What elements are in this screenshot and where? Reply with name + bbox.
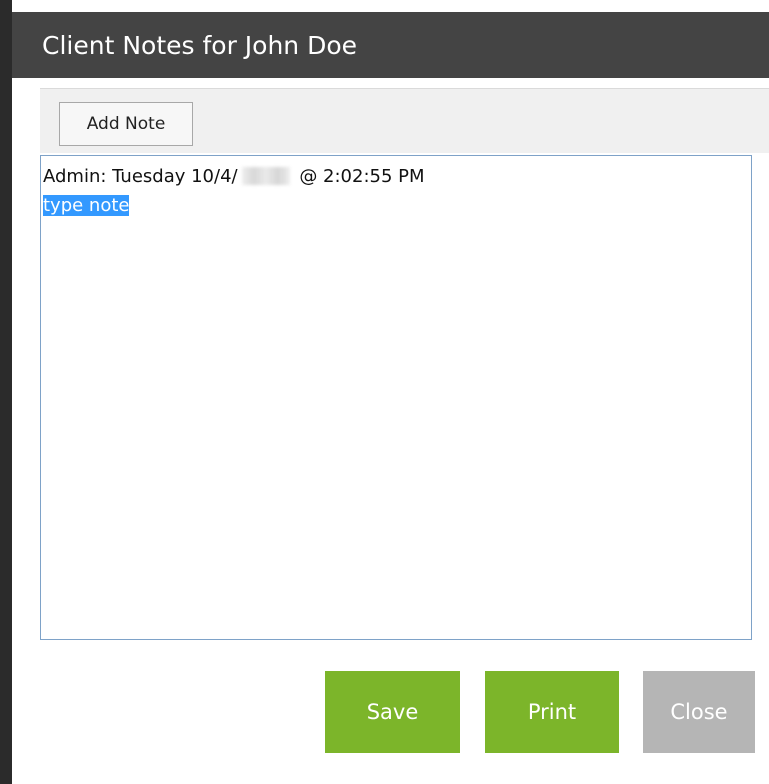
print-button[interactable]: Print: [485, 671, 619, 753]
add-note-button[interactable]: Add Note: [59, 102, 193, 146]
dialog-titlebar: Client Notes for John Doe: [12, 12, 769, 78]
dialog-title: Client Notes for John Doe: [42, 30, 358, 60]
save-button[interactable]: Save: [325, 671, 460, 753]
note-header-line: Admin: Tuesday 10/4/ @ 2:02:55 PM: [43, 162, 749, 191]
notes-toolbar: Add Note: [40, 88, 769, 153]
redacted-year: [241, 167, 290, 185]
selected-note-text: type note: [43, 195, 130, 216]
notes-textarea[interactable]: Admin: Tuesday 10/4/ @ 2:02:55 PM type n…: [40, 155, 752, 640]
client-notes-dialog: Client Notes for John Doe Add Note Admin…: [0, 0, 769, 784]
close-button[interactable]: Close: [643, 671, 755, 753]
note-header-prefix: Admin: Tuesday 10/4/: [43, 166, 238, 187]
note-body-line: type note: [43, 191, 749, 220]
frame-left-border: [0, 0, 12, 784]
frame-top-border: [0, 0, 769, 12]
note-header-suffix: @ 2:02:55 PM: [293, 166, 425, 187]
